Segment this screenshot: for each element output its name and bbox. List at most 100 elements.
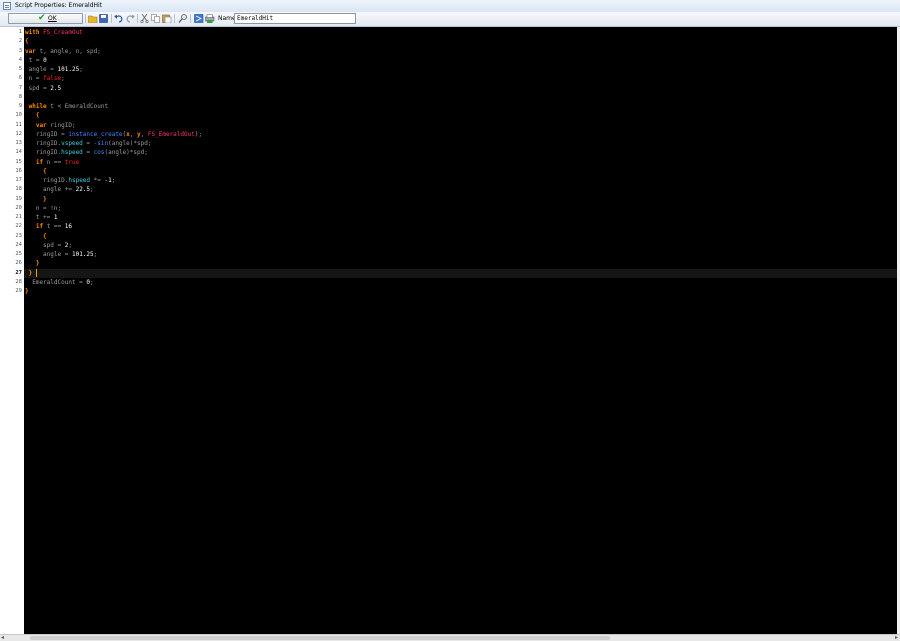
code-line: } <box>25 269 33 278</box>
code-line: angle = 101.25; <box>25 250 97 259</box>
code-token: ; <box>79 66 83 73</box>
code-token: var <box>25 47 40 55</box>
line-number: 28 <box>15 278 22 285</box>
code-token: cos <box>93 149 105 157</box>
code-token: { <box>25 112 40 120</box>
code-token: 2.5 <box>50 84 62 92</box>
line-number: 18 <box>15 186 22 193</box>
line-number: 26 <box>15 260 22 267</box>
code-line: with FS_CreamOut <box>25 28 83 37</box>
code-token: spd = <box>25 84 51 92</box>
code-token: } <box>25 269 33 277</box>
code-token: if <box>25 158 47 166</box>
line-number: 7 <box>18 84 22 91</box>
code-line: ringID = instance_create(x, y, FS_Emeral… <box>25 130 202 139</box>
code-line: ringID.vspeed = -sin(angle)*spd; <box>25 139 152 148</box>
toolbar-separator <box>85 14 86 23</box>
undo-icon[interactable] <box>114 13 124 24</box>
code-line: EmeraldCount = 0; <box>25 278 94 287</box>
code-token: angle = <box>25 66 58 73</box>
line-number: 4 <box>18 56 22 63</box>
line-number: 5 <box>18 66 22 72</box>
redo-icon[interactable] <box>125 13 135 24</box>
code-line: ringID.hspeed *= -1; <box>25 176 115 185</box>
code-token: angle = <box>25 251 72 258</box>
code-token: while <box>25 103 51 110</box>
line-number: 8 <box>18 93 22 100</box>
code-line: if n == true <box>25 158 79 167</box>
code-line: angle += 22.5; <box>25 185 94 194</box>
code-token: ringID. <box>25 149 62 157</box>
code-token: hspeed <box>61 149 83 157</box>
line-number: 15 <box>15 158 22 165</box>
code-line: while t < EmeraldCount <box>25 102 108 111</box>
current-line-highlight <box>24 268 897 278</box>
code-token: = <box>82 149 94 157</box>
line-number: 14 <box>15 149 22 156</box>
code-token: t < EmeraldCount <box>50 103 109 110</box>
line-number: 13 <box>15 140 22 146</box>
line-number: 2 <box>18 38 22 45</box>
code-token: 1 <box>53 214 58 221</box>
code-token: t, angle, n, spd; <box>39 47 101 55</box>
code-token: ; <box>90 278 94 286</box>
toolbar-separator <box>111 14 112 23</box>
line-number: 17 <box>15 177 22 183</box>
code-line: var t, angle, n, spd; <box>25 47 101 56</box>
code-token: (angle)*spd; <box>108 140 152 147</box>
line-number: 29 <box>15 288 22 294</box>
scrollbar-thumb[interactable] <box>30 636 610 640</box>
copy-icon[interactable] <box>151 13 161 24</box>
code-token: , <box>140 130 148 138</box>
code-token: 101.25 <box>71 251 94 258</box>
code-token: t = <box>25 56 44 64</box>
line-number: 10 <box>15 112 22 119</box>
script-name-input[interactable]: EmeraldHit <box>234 13 356 24</box>
code-token: ; <box>93 251 98 258</box>
code-token: FS_EmeraldOut <box>147 130 195 138</box>
line-number: 21 <box>15 214 22 220</box>
code-token: n == <box>46 158 65 166</box>
code-token: ; <box>111 177 116 184</box>
find-icon[interactable] <box>178 13 188 24</box>
code-token: EmeraldCount = <box>25 278 87 286</box>
code-line: { <box>25 37 29 46</box>
line-number: 6 <box>18 75 22 82</box>
open-icon[interactable] <box>88 13 98 24</box>
code-token: hspeed <box>68 177 91 184</box>
scroll-left-icon[interactable]: ◂ <box>1 635 4 641</box>
toolbar-separator <box>174 14 175 23</box>
line-number: 27 <box>15 269 22 276</box>
line-number: 25 <box>15 251 22 257</box>
code-token: vspeed <box>61 140 83 147</box>
code-token: = <box>82 140 94 147</box>
line-number: 22 <box>15 223 22 230</box>
code-token: ringID; <box>50 121 76 129</box>
code-token: 22.5 <box>75 186 91 194</box>
line-number: 16 <box>15 167 22 174</box>
code-line: { <box>25 232 47 241</box>
code-editor[interactable]: with FS_CreamOut{var t, angle, n, spd; t… <box>24 27 897 634</box>
code-token: *= <box>90 177 105 184</box>
cut-icon[interactable] <box>140 13 150 24</box>
line-number-gutter: 1 2 3 4 5 6 7 8 9 10 11 12 13 14 15 16 17 18 19 20 21 22 23 24 2… <box>0 27 25 634</box>
code-line: { <box>25 111 40 120</box>
print-icon[interactable] <box>205 13 215 24</box>
line-number: 24 <box>15 241 22 248</box>
code-token: if <box>25 223 47 231</box>
code-token: 16 <box>64 223 72 231</box>
goto-line-icon[interactable] <box>194 13 204 24</box>
code-token: FS_CreamOut <box>43 29 83 36</box>
scroll-right-icon[interactable]: ▸ <box>895 635 898 641</box>
code-token: 101.25 <box>57 66 80 73</box>
code-line: spd = 2; <box>25 241 72 250</box>
code-token: -1 <box>104 177 112 184</box>
line-number: 11 <box>15 121 22 128</box>
paste-icon[interactable] <box>162 13 172 24</box>
line-number: 20 <box>15 204 22 211</box>
save-icon[interactable] <box>99 13 109 24</box>
code-token: { <box>25 38 29 46</box>
code-token: } <box>25 260 40 268</box>
ok-button[interactable]: ✔ OK <box>8 13 83 24</box>
line-number: 19 <box>15 195 22 202</box>
